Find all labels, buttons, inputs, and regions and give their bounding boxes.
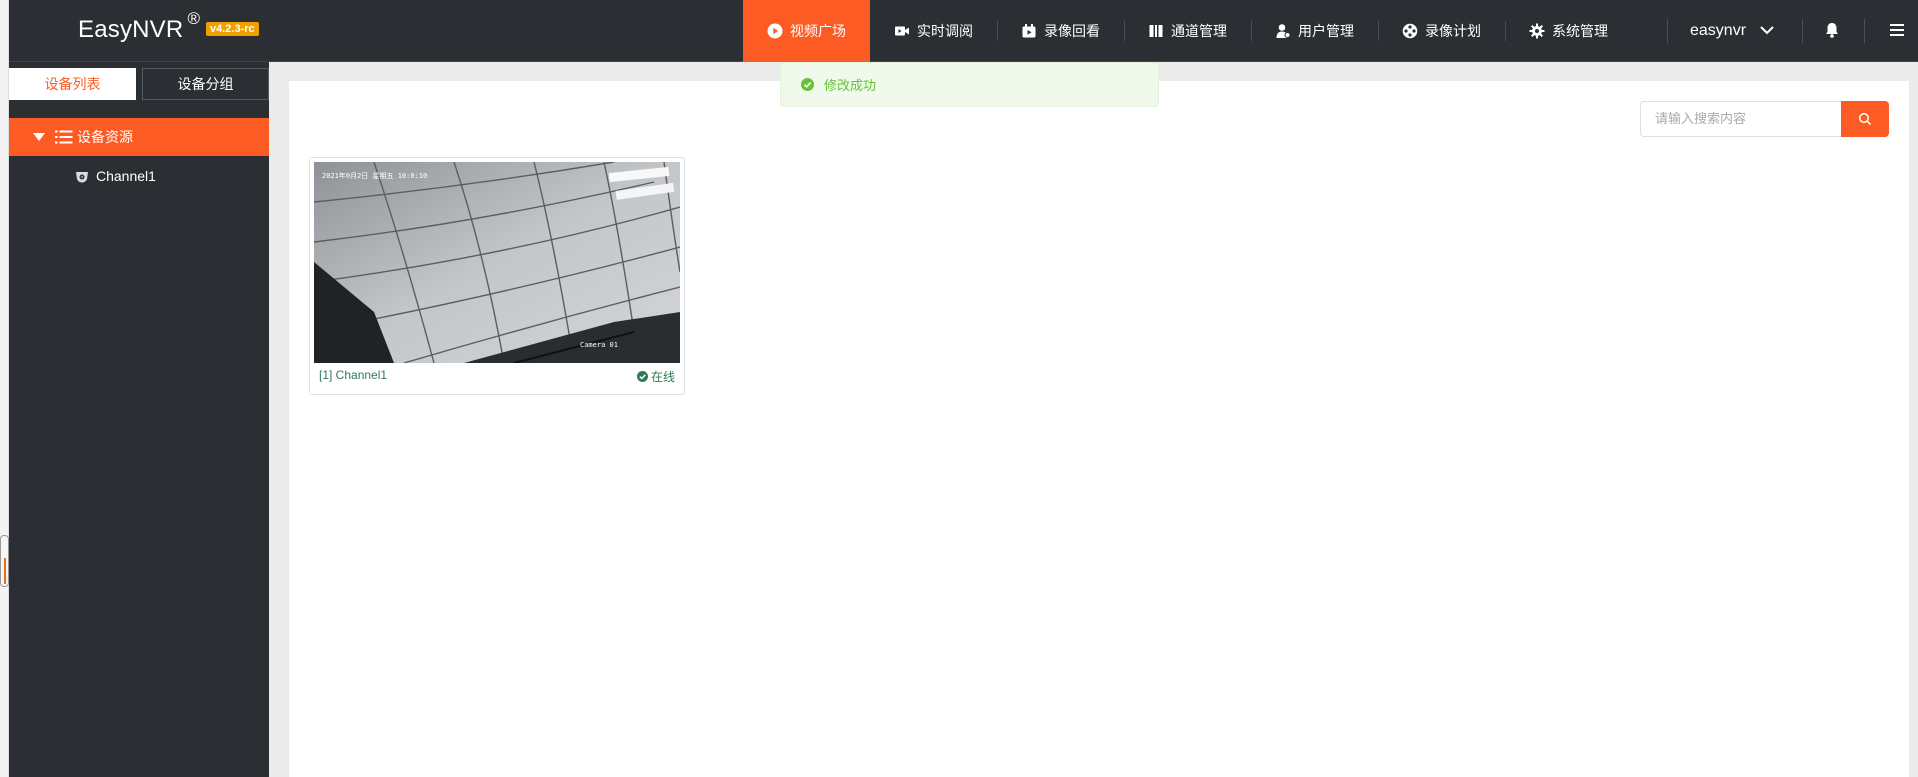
camera-icon bbox=[75, 170, 89, 183]
card-title[interactable]: [1] Channel1 bbox=[319, 368, 387, 385]
tree-root-device-resources[interactable]: 设备资源 bbox=[9, 118, 269, 156]
nav-playback[interactable]: 录像回看 bbox=[997, 0, 1124, 62]
sidebar: 设备列表 设备分组 设备资源 Channel1 bbox=[9, 62, 269, 777]
bell-icon[interactable] bbox=[1823, 21, 1841, 39]
hamburger-menu-icon[interactable] bbox=[1888, 21, 1906, 39]
nav-label: 通道管理 bbox=[1171, 24, 1227, 40]
video-thumbnail[interactable]: 2021年0月2日 星期五 10:0:10 Camera 01 bbox=[314, 162, 680, 363]
nav-label: 录像回看 bbox=[1044, 24, 1100, 40]
tab-device-group[interactable]: 设备分组 bbox=[142, 68, 269, 100]
search-icon bbox=[1858, 112, 1872, 126]
nav-label: 用户管理 bbox=[1298, 24, 1354, 40]
sidebar-tabs: 设备列表 设备分组 bbox=[9, 62, 269, 100]
video-camera-icon bbox=[894, 23, 910, 39]
toast-message: 修改成功 bbox=[824, 79, 877, 94]
tree-root-label: 设备资源 bbox=[77, 130, 133, 146]
username: easynvr bbox=[1690, 22, 1747, 39]
nav-system-management[interactable]: 系统管理 bbox=[1505, 0, 1632, 62]
nav-channel-management[interactable]: 通道管理 bbox=[1124, 0, 1251, 62]
status-badge: 在线 bbox=[636, 368, 675, 385]
nav-video-square[interactable]: 视频广场 bbox=[743, 0, 870, 62]
window-edge bbox=[0, 0, 9, 777]
nav-label: 系统管理 bbox=[1552, 24, 1608, 40]
brand-name: EasyNVR bbox=[78, 16, 184, 43]
search-input[interactable] bbox=[1640, 101, 1841, 137]
registered-mark: ® bbox=[187, 9, 201, 28]
channel-icon bbox=[1148, 23, 1164, 39]
channel-card[interactable]: 2021年0月2日 星期五 10:0:10 Camera 01 [1] Chan… bbox=[309, 157, 685, 395]
divider bbox=[1667, 19, 1668, 43]
tree-item-channel1[interactable]: Channel1 bbox=[9, 156, 269, 196]
list-icon bbox=[55, 130, 73, 144]
card-footer: [1] Channel1 在线 bbox=[319, 368, 675, 385]
divider bbox=[1864, 19, 1865, 43]
success-icon bbox=[801, 78, 814, 91]
nav-label: 实时调阅 bbox=[917, 24, 973, 40]
playback-icon bbox=[1021, 23, 1037, 39]
film-reel-icon bbox=[1402, 23, 1418, 39]
search-button[interactable] bbox=[1841, 101, 1889, 137]
nav-label: 视频广场 bbox=[790, 24, 846, 40]
nav-user-management[interactable]: 用户管理 bbox=[1251, 0, 1378, 62]
osd-timestamp: 2021年0月2日 星期五 10:0:10 bbox=[322, 171, 427, 180]
play-circle-icon bbox=[767, 23, 783, 39]
success-toast: 修改成功 bbox=[780, 62, 1159, 107]
status-label: 在线 bbox=[650, 370, 675, 384]
nav-label: 录像计划 bbox=[1425, 24, 1481, 40]
check-circle-icon bbox=[636, 371, 648, 382]
user-icon bbox=[1275, 23, 1291, 39]
chevron-down-icon bbox=[1760, 22, 1774, 40]
tab-device-list[interactable]: 设备列表 bbox=[9, 68, 136, 100]
user-menu[interactable]: easynvr bbox=[1690, 0, 1774, 62]
tree-item-label: Channel1 bbox=[96, 168, 156, 184]
search-bar bbox=[1640, 101, 1889, 137]
resize-handle[interactable] bbox=[0, 535, 9, 587]
caret-down-icon[interactable] bbox=[33, 133, 45, 141]
brand-logo[interactable]: EasyNVR ® bbox=[78, 9, 200, 44]
nav-record-plan[interactable]: 录像计划 bbox=[1378, 0, 1505, 62]
gear-icon bbox=[1529, 23, 1545, 39]
version-badge: v4.2.3-rc bbox=[206, 22, 259, 36]
nav-live-view[interactable]: 实时调阅 bbox=[870, 0, 997, 62]
main-nav: 视频广场 实时调阅 录像回看 通道管理 用户管理 录像计划 系统管理 bbox=[743, 0, 1632, 62]
osd-camera-label: Camera 01 bbox=[580, 341, 618, 349]
divider bbox=[1802, 19, 1803, 43]
